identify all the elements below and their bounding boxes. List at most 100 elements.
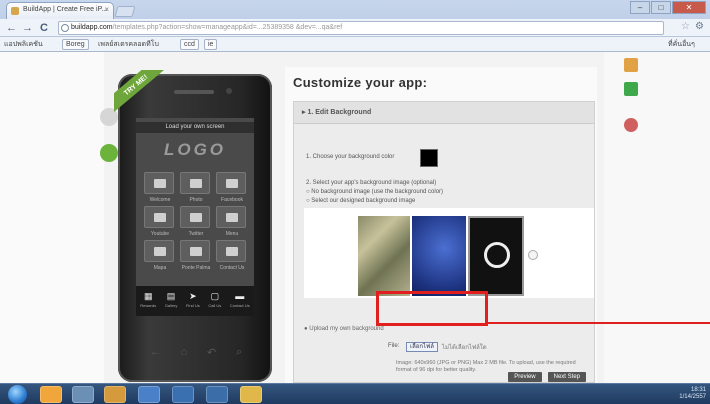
grid-item[interactable]: Menu: [216, 206, 246, 237]
image-gallery: [304, 208, 594, 298]
phone-speaker: [174, 90, 214, 94]
grid-item-label: Twitter: [188, 231, 204, 237]
chrome-icon[interactable]: [240, 386, 262, 403]
bookmark-boreg-label: Boreg: [62, 39, 89, 50]
app-icon-grid: Welcome Photo Facebook Youtube Twitter M…: [144, 172, 246, 271]
grid-item[interactable]: Youtube: [144, 206, 174, 237]
tab-bar-icon: ▬: [235, 291, 245, 301]
tab-bar-icon: ➤: [189, 291, 197, 301]
browser-tab[interactable]: BuildApp | Create Free iP... ×: [6, 2, 114, 19]
clock-time: 18:31: [690, 387, 706, 393]
app-icon[interactable]: [206, 386, 228, 403]
phone-preview: Load your own screen LOGO Welcome Photo …: [118, 74, 272, 382]
image-label: 2. Select your app's background image (o…: [306, 180, 437, 186]
bookmark-ccd[interactable]: ccd: [180, 39, 199, 50]
tab-bar-label: Call Us: [208, 303, 222, 308]
panel-header[interactable]: ▸ 1. Edit Background: [294, 102, 594, 124]
page-title: Customize your app:: [293, 75, 428, 90]
navigation-bar: ← → C buildapp.com/templates.php?action=…: [0, 19, 710, 37]
grid-item[interactable]: Ponte Palma: [180, 240, 210, 271]
close-window-button[interactable]: ✕: [672, 1, 706, 14]
back-button[interactable]: ←: [6, 22, 17, 34]
maximize-button[interactable]: □: [651, 1, 671, 14]
grid-item-label: Mapa: [153, 265, 167, 271]
other-bookmarks-label: ที่คั่นอื่นๆ: [668, 41, 695, 48]
new-tab-button[interactable]: [114, 6, 136, 17]
tab-bar-item[interactable]: ▦ Rewards: [140, 292, 156, 310]
folder-icon[interactable]: [138, 386, 160, 403]
target-graphic: [484, 242, 510, 268]
phone-camera-icon: [226, 88, 232, 94]
address-bar[interactable]: buildapp.com/templates.php?action=show=m…: [58, 21, 664, 35]
windows-start-icon[interactable]: [8, 385, 27, 404]
reload-button[interactable]: C: [40, 22, 48, 34]
grid-item-label: Facebook: [221, 197, 243, 203]
grid-item[interactable]: Photo: [180, 172, 210, 203]
preview-button[interactable]: Preview: [508, 372, 542, 382]
share-icon[interactable]: [624, 58, 638, 72]
grid-item[interactable]: Mapa: [144, 240, 174, 271]
color-swatch[interactable]: [420, 149, 438, 167]
grid-item[interactable]: Welcome: [144, 172, 174, 203]
option-no-image[interactable]: ○ No background image (use the backgroun…: [306, 189, 443, 195]
undo-hw-icon: ↶: [206, 347, 217, 359]
background-thumbnail[interactable]: [412, 216, 466, 296]
tab-bar-label: Rewards: [140, 303, 157, 308]
grid-item[interactable]: Twitter: [180, 206, 210, 237]
file-label: File:: [388, 343, 400, 349]
bookmark-item2-label: เพลย์สเตรคลอดทีโบ: [98, 41, 159, 48]
bookmark-boreg[interactable]: Boreg: [62, 39, 89, 50]
other-bookmarks[interactable]: ที่คั่นอื่นๆ: [668, 39, 695, 50]
ie-icon[interactable]: [40, 386, 62, 403]
left-margin: [0, 52, 104, 383]
url-host: buildapp.com: [71, 24, 113, 31]
background-thumbnail[interactable]: [468, 216, 524, 296]
phone-screen: Load your own screen LOGO Welcome Photo …: [136, 118, 254, 316]
system-tray[interactable]: 18:31 1/14/2557: [679, 387, 706, 401]
grid-item[interactable]: Facebook: [216, 172, 246, 203]
tab-bar-item[interactable]: ▢ Call Us: [208, 292, 221, 310]
media-icon[interactable]: [104, 386, 126, 403]
next-arrow-icon[interactable]: [528, 250, 538, 260]
tab-bar-item[interactable]: ▤ Gallery: [165, 292, 178, 310]
highlight-pointer-line: [488, 322, 710, 324]
tab-bar-label: Find Us: [185, 303, 200, 308]
no-file-text: ไม่ได้เลือกไฟล์ใด: [442, 345, 487, 351]
tab-bar-label: Gallery: [164, 303, 178, 308]
bookmark-apps[interactable]: แอปพลิเคชัน: [4, 39, 43, 50]
bookmark-ie[interactable]: ie: [204, 39, 218, 50]
apps-label: แอปพลิเคชัน: [4, 41, 43, 48]
word-icon[interactable]: [172, 386, 194, 403]
forward-button[interactable]: →: [22, 22, 33, 34]
bookmark-item2[interactable]: เพลย์สเตรคลอดทีโบ: [98, 39, 159, 50]
settings-wrench-icon[interactable]: ⚙: [695, 21, 704, 32]
android-icon[interactable]: [624, 82, 638, 96]
background-thumbnail[interactable]: [358, 216, 410, 296]
color-tool-icon[interactable]: [100, 144, 118, 162]
minimize-button[interactable]: –: [630, 1, 650, 14]
tab-bar-icon: ▢: [210, 291, 220, 301]
choose-file-button[interactable]: เลือกไฟล์: [406, 342, 438, 352]
bookmark-ccd-label: ccd: [180, 39, 199, 50]
next-step-button[interactable]: Next Step: [547, 372, 586, 382]
tab-bar-label: Contact Us: [229, 303, 250, 308]
option-upload[interactable]: ● Upload my own background: [304, 326, 384, 332]
url-path: /templates.php?action=show=manageapp&id=…: [112, 24, 343, 31]
tab-bar-item[interactable]: ▬ Contact Us: [230, 292, 250, 310]
option-designed-image[interactable]: ○ Select our designed background image: [306, 198, 415, 204]
explorer-icon[interactable]: [72, 386, 94, 403]
tab-close-icon[interactable]: ×: [104, 5, 109, 14]
app-logo: LOGO: [163, 140, 227, 159]
clock-date: 1/14/2557: [679, 394, 706, 400]
help-icon[interactable]: [624, 118, 638, 132]
highlight-box: [376, 291, 488, 326]
browser-window: BuildApp | Create Free iP... × – □ ✕ ← →…: [0, 0, 710, 52]
screen-title: Load your own screen: [136, 122, 254, 133]
bookmark-star-icon[interactable]: ☆: [681, 21, 690, 32]
tab-bar-item[interactable]: ➤ Find Us: [186, 292, 200, 310]
background-panel: ▸ 1. Edit Background 1. Choose your back…: [293, 101, 595, 383]
grid-item-label: Ponte Palma: [181, 265, 211, 271]
tab-bar-icon: ▦: [143, 291, 153, 301]
page-info-icon[interactable]: [61, 24, 69, 32]
grid-item[interactable]: Contact Us: [216, 240, 246, 271]
